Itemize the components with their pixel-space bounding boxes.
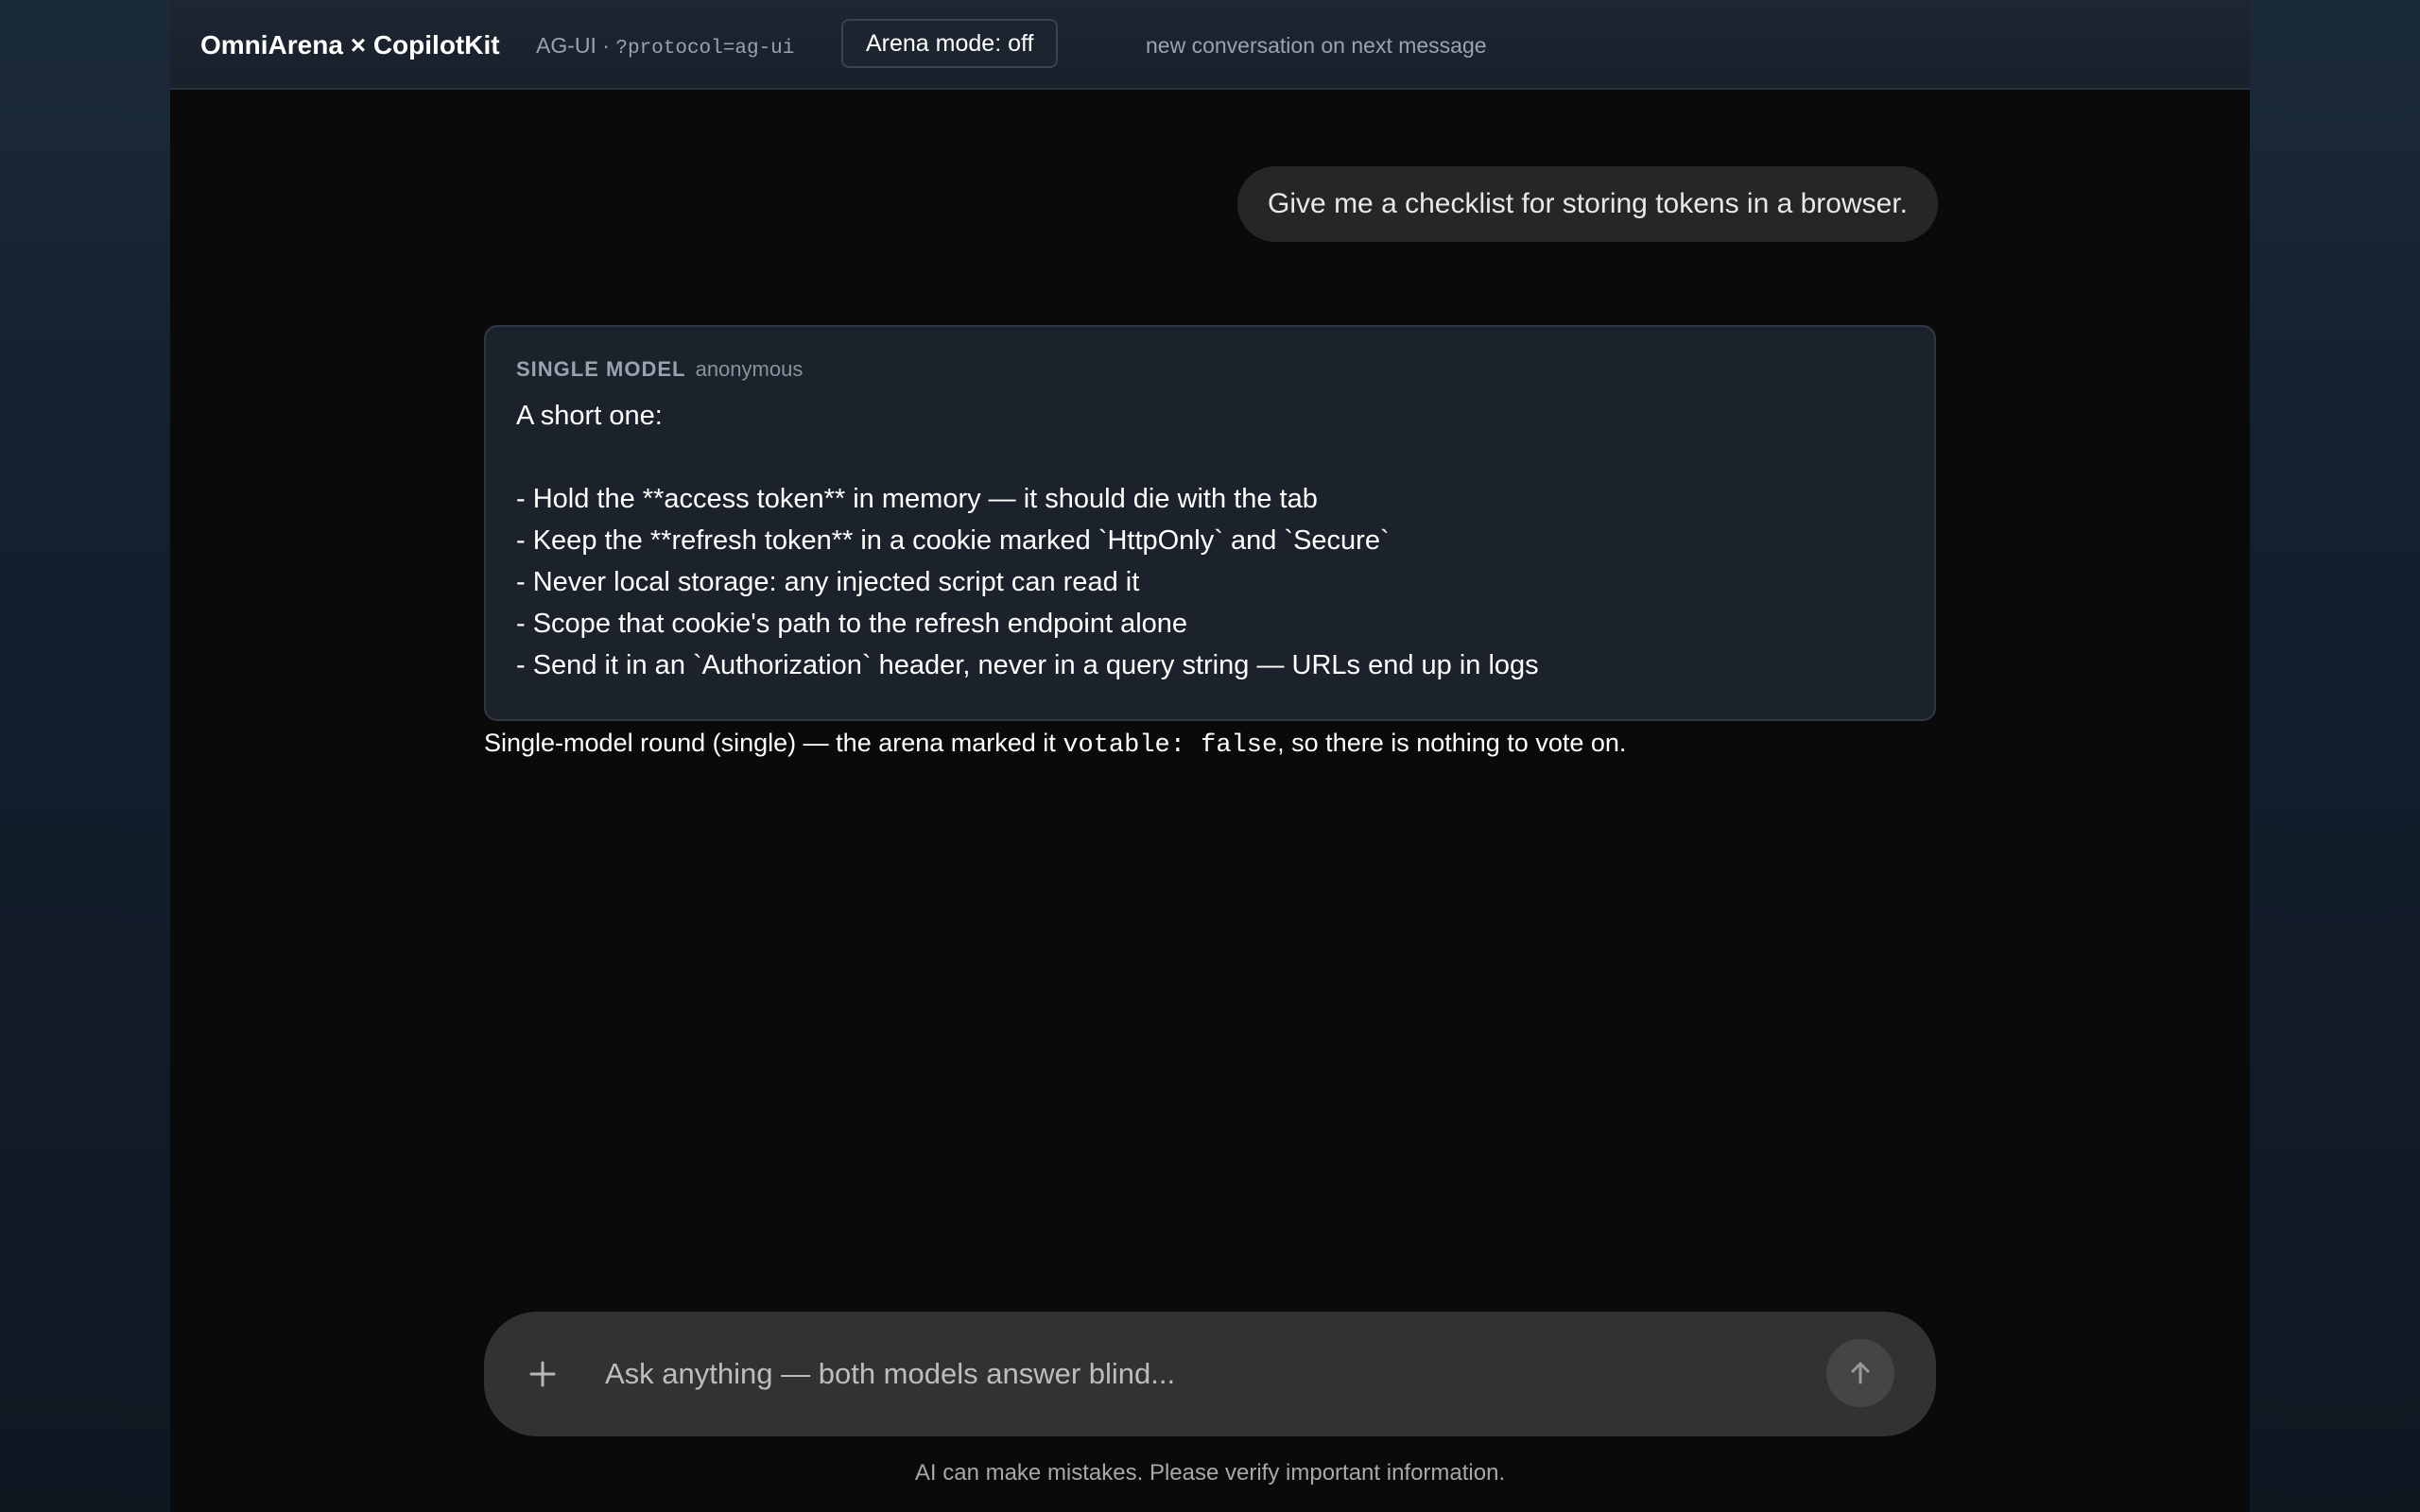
vote-note-text: Single-model round (single) — the arena … [484,729,1063,757]
protocol-param: ?protocol=ag-ui [615,38,795,60]
model-author-label: anonymous [695,357,804,381]
app-title: OmniArena × CopilotKit [200,30,500,60]
answer-line: - Keep the **refresh token** in a cookie… [516,525,1390,556]
model-answer-card: SINGLE MODEL anonymous A short one: - Ho… [484,325,1936,721]
answer-line: - Never local storage: any injected scri… [516,567,1140,597]
arrow-up-icon [1851,1362,1870,1384]
top-bar: OmniArena × CopilotKit AG-UI · ?protocol… [170,0,2250,90]
vote-status-note: Single-model round (single) — the arena … [484,726,1626,763]
user-message-bubble: Give me a checklist for storing tokens i… [1237,166,1938,242]
message-input[interactable] [605,1346,1787,1402]
plus-icon [529,1361,556,1387]
answer-intro: A short one: [516,401,663,431]
attach-button[interactable] [520,1351,565,1397]
message-composer [484,1312,1936,1436]
answer-line: - Scope that cookie's path to the refres… [516,609,1188,639]
protocol-label: AG-UI · [536,33,616,58]
answer-spacer [516,437,1904,478]
send-button[interactable] [1826,1339,1894,1407]
answer-line: - Hold the **access token** in memory — … [516,484,1318,514]
chat-app: OmniArena × CopilotKit AG-UI · ?protocol… [170,0,2250,1512]
vote-note-code: votable: false [1063,731,1278,760]
answer-header: SINGLE MODEL anonymous [516,355,1904,384]
answer-line: - Send it in an `Authorization` header, … [516,650,1539,680]
answer-body: A short one: - Hold the **access token**… [516,395,1904,686]
round-type-tag: SINGLE MODEL [516,357,686,381]
ai-disclaimer: AI can make mistakes. Please verify impo… [914,1460,1506,1486]
protocol-indicator: AG-UI · ?protocol=ag-ui [536,30,794,64]
arena-mode-toggle-button[interactable]: Arena mode: off [841,19,1059,68]
arena-mode-hint: new conversation on next message [1146,33,1487,58]
vote-note-text-end: , so there is nothing to vote on. [1277,729,1627,757]
